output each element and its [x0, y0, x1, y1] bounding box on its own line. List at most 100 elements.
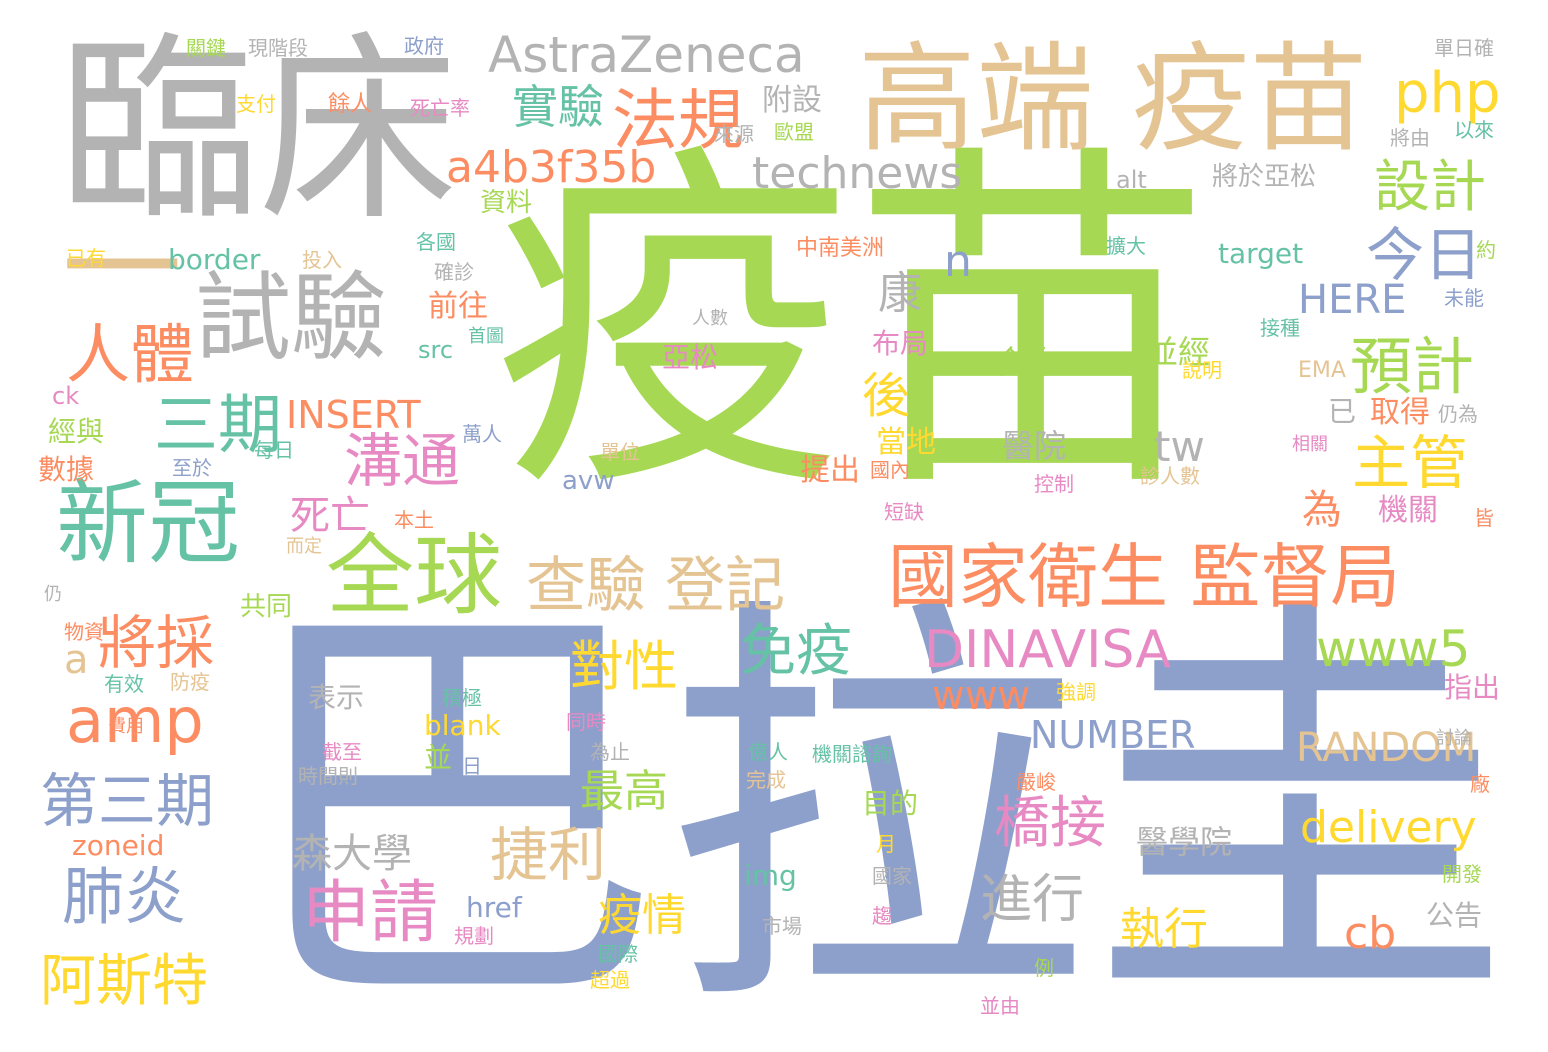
- word-shiyan: 試驗: [195, 262, 387, 374]
- word-sendaxue: 森大學: [292, 831, 412, 877]
- word-guoji: 國際: [598, 942, 638, 966]
- word-www5: www5: [1316, 620, 1471, 678]
- word-n: n: [944, 236, 972, 287]
- word-a: a: [64, 637, 89, 683]
- word-reng: 仍: [44, 584, 62, 605]
- word-yiqing: 疫情: [598, 890, 686, 941]
- word-rengwei: 仍為: [1438, 402, 1478, 426]
- word-blank: blank: [424, 709, 501, 742]
- word-yiren: 億人: [748, 740, 788, 764]
- word-danwei: 單位: [600, 440, 640, 464]
- word-php: php: [1394, 61, 1501, 126]
- word-weineng: 未能: [1444, 286, 1484, 310]
- word-disanqi: 第三期: [40, 767, 215, 835]
- word-qiaojie: 橋接: [994, 791, 1106, 856]
- word-zhuguan: 主管: [1352, 429, 1469, 497]
- word-astrazeneca: AstraZeneca: [488, 26, 805, 84]
- word-touru: 投入: [302, 248, 342, 272]
- word-yuji: 預計: [1350, 330, 1475, 403]
- word-feiyong: 費用: [108, 716, 144, 737]
- word-xinguan: 新冠: [56, 470, 241, 577]
- word-zhengfu: 政府: [404, 34, 444, 58]
- word-shenqing: 申請: [302, 874, 439, 953]
- word-jiangyou: 將由: [1390, 126, 1430, 150]
- word-here: HERE: [1298, 277, 1407, 323]
- word-youxiao: 有效: [104, 672, 144, 696]
- word-jinxing: 進行: [980, 870, 1085, 930]
- word-chang: 廠: [1470, 772, 1490, 796]
- word-feiyan: 肺炎: [62, 860, 187, 933]
- word-ck: ck: [52, 382, 80, 410]
- word-shiyan2: 實驗: [512, 80, 604, 134]
- word-geguo: 各國: [416, 230, 456, 254]
- word-guojia: 國家: [872, 864, 912, 888]
- word-mianyi: 免疫: [740, 619, 852, 684]
- word-ziliao: 資料: [480, 188, 533, 218]
- word-jinri: 今日: [1366, 221, 1483, 289]
- word-hezuo: 合作: [994, 343, 1059, 381]
- word-erding: 而定: [286, 536, 322, 557]
- word-jieli: 捷利: [490, 821, 607, 889]
- word-yi2: 已: [1328, 395, 1357, 428]
- word-shoutu: 首圖: [468, 326, 504, 347]
- word-zhiyu: 至於: [172, 456, 212, 480]
- word-zhichu: 指出: [1444, 671, 1501, 704]
- word-jiji: 積極: [442, 686, 482, 710]
- word-kang: 康: [878, 268, 922, 319]
- word-jiangyu-yasong: 將於亞松: [1212, 162, 1317, 192]
- word-yixueyuan: 醫學院: [1136, 823, 1233, 861]
- word-yiyuan: 醫院: [1002, 427, 1067, 465]
- word-sheji: 設計: [1374, 155, 1486, 220]
- word-taolun: 討論: [1436, 728, 1472, 749]
- word-dangdi: 當地: [876, 425, 936, 460]
- word-bing: 並: [424, 741, 453, 774]
- word-href: href: [466, 891, 522, 924]
- word-mudi: 目的: [862, 787, 919, 820]
- word-qude: 取得: [1370, 395, 1430, 430]
- word-kuoda: 擴大: [1106, 234, 1146, 258]
- word-goutong: 溝通: [344, 427, 461, 495]
- word-fangyi: 防疫: [170, 670, 210, 694]
- word-quezhen: 確診: [434, 260, 474, 284]
- word-siwanglv: 死亡率: [410, 96, 470, 120]
- word-bingyou: 並由: [980, 994, 1020, 1018]
- word-tw: tw: [1154, 422, 1205, 471]
- word-qiangdiao: 強調: [1056, 680, 1096, 704]
- word-yuren: 餘人: [328, 92, 373, 117]
- word-zuigao: 最高: [580, 766, 668, 817]
- word-alt: alt: [1116, 166, 1147, 194]
- word-guojia-weisheng-jianduju: 國家衛生 監督局: [888, 536, 1401, 618]
- word-zhongnan-meizhou: 中南美洲: [796, 236, 885, 261]
- word-li: 例: [1034, 956, 1054, 980]
- word-gaoduan-yimiao: 高端 疫苗: [858, 30, 1368, 168]
- word-number: NUMBER: [1030, 713, 1196, 757]
- word-cb: cb: [1344, 908, 1397, 959]
- word-qu: 趨: [872, 904, 892, 928]
- word-hou: 後: [862, 368, 911, 424]
- word-yasong: 亞松: [662, 341, 719, 374]
- word-bentu: 本土: [394, 508, 434, 532]
- word-shichang: 市場: [762, 914, 802, 938]
- word-gonggao: 公告: [1426, 899, 1483, 932]
- word-laiyuan: 來源: [714, 122, 754, 146]
- word-tongshi: 同時: [566, 710, 606, 734]
- word-src: src: [418, 336, 454, 364]
- word-oumeng: 歐盟: [774, 120, 814, 144]
- word-a4b3f35b: a4b3f35b: [446, 142, 657, 193]
- word-guonei: 國內: [870, 458, 910, 482]
- word-renti: 人體: [66, 319, 194, 393]
- word-yilai: 以來: [1454, 118, 1494, 142]
- word-chaoguo: 超過: [590, 968, 630, 992]
- word-weizhi: 為止: [590, 740, 630, 764]
- word-ri: 日: [462, 754, 482, 778]
- word-shuju: 數據: [38, 453, 95, 486]
- word-asite: 阿斯特: [40, 949, 208, 1014]
- word-ema: EMA: [1298, 358, 1346, 383]
- word-delivery: delivery: [1300, 802, 1477, 853]
- word-jingyu: 經與: [48, 415, 105, 448]
- word-target: target: [1218, 237, 1304, 270]
- word-cloud: 疫苗 巴拉圭 臨床 高端 疫苗 一 試驗 AstraZeneca 法規 實驗 附…: [0, 0, 1548, 1052]
- word-img: img: [744, 859, 797, 892]
- word-yi: 一: [62, 200, 182, 339]
- word-dinavisa: DINAVISA: [924, 620, 1171, 680]
